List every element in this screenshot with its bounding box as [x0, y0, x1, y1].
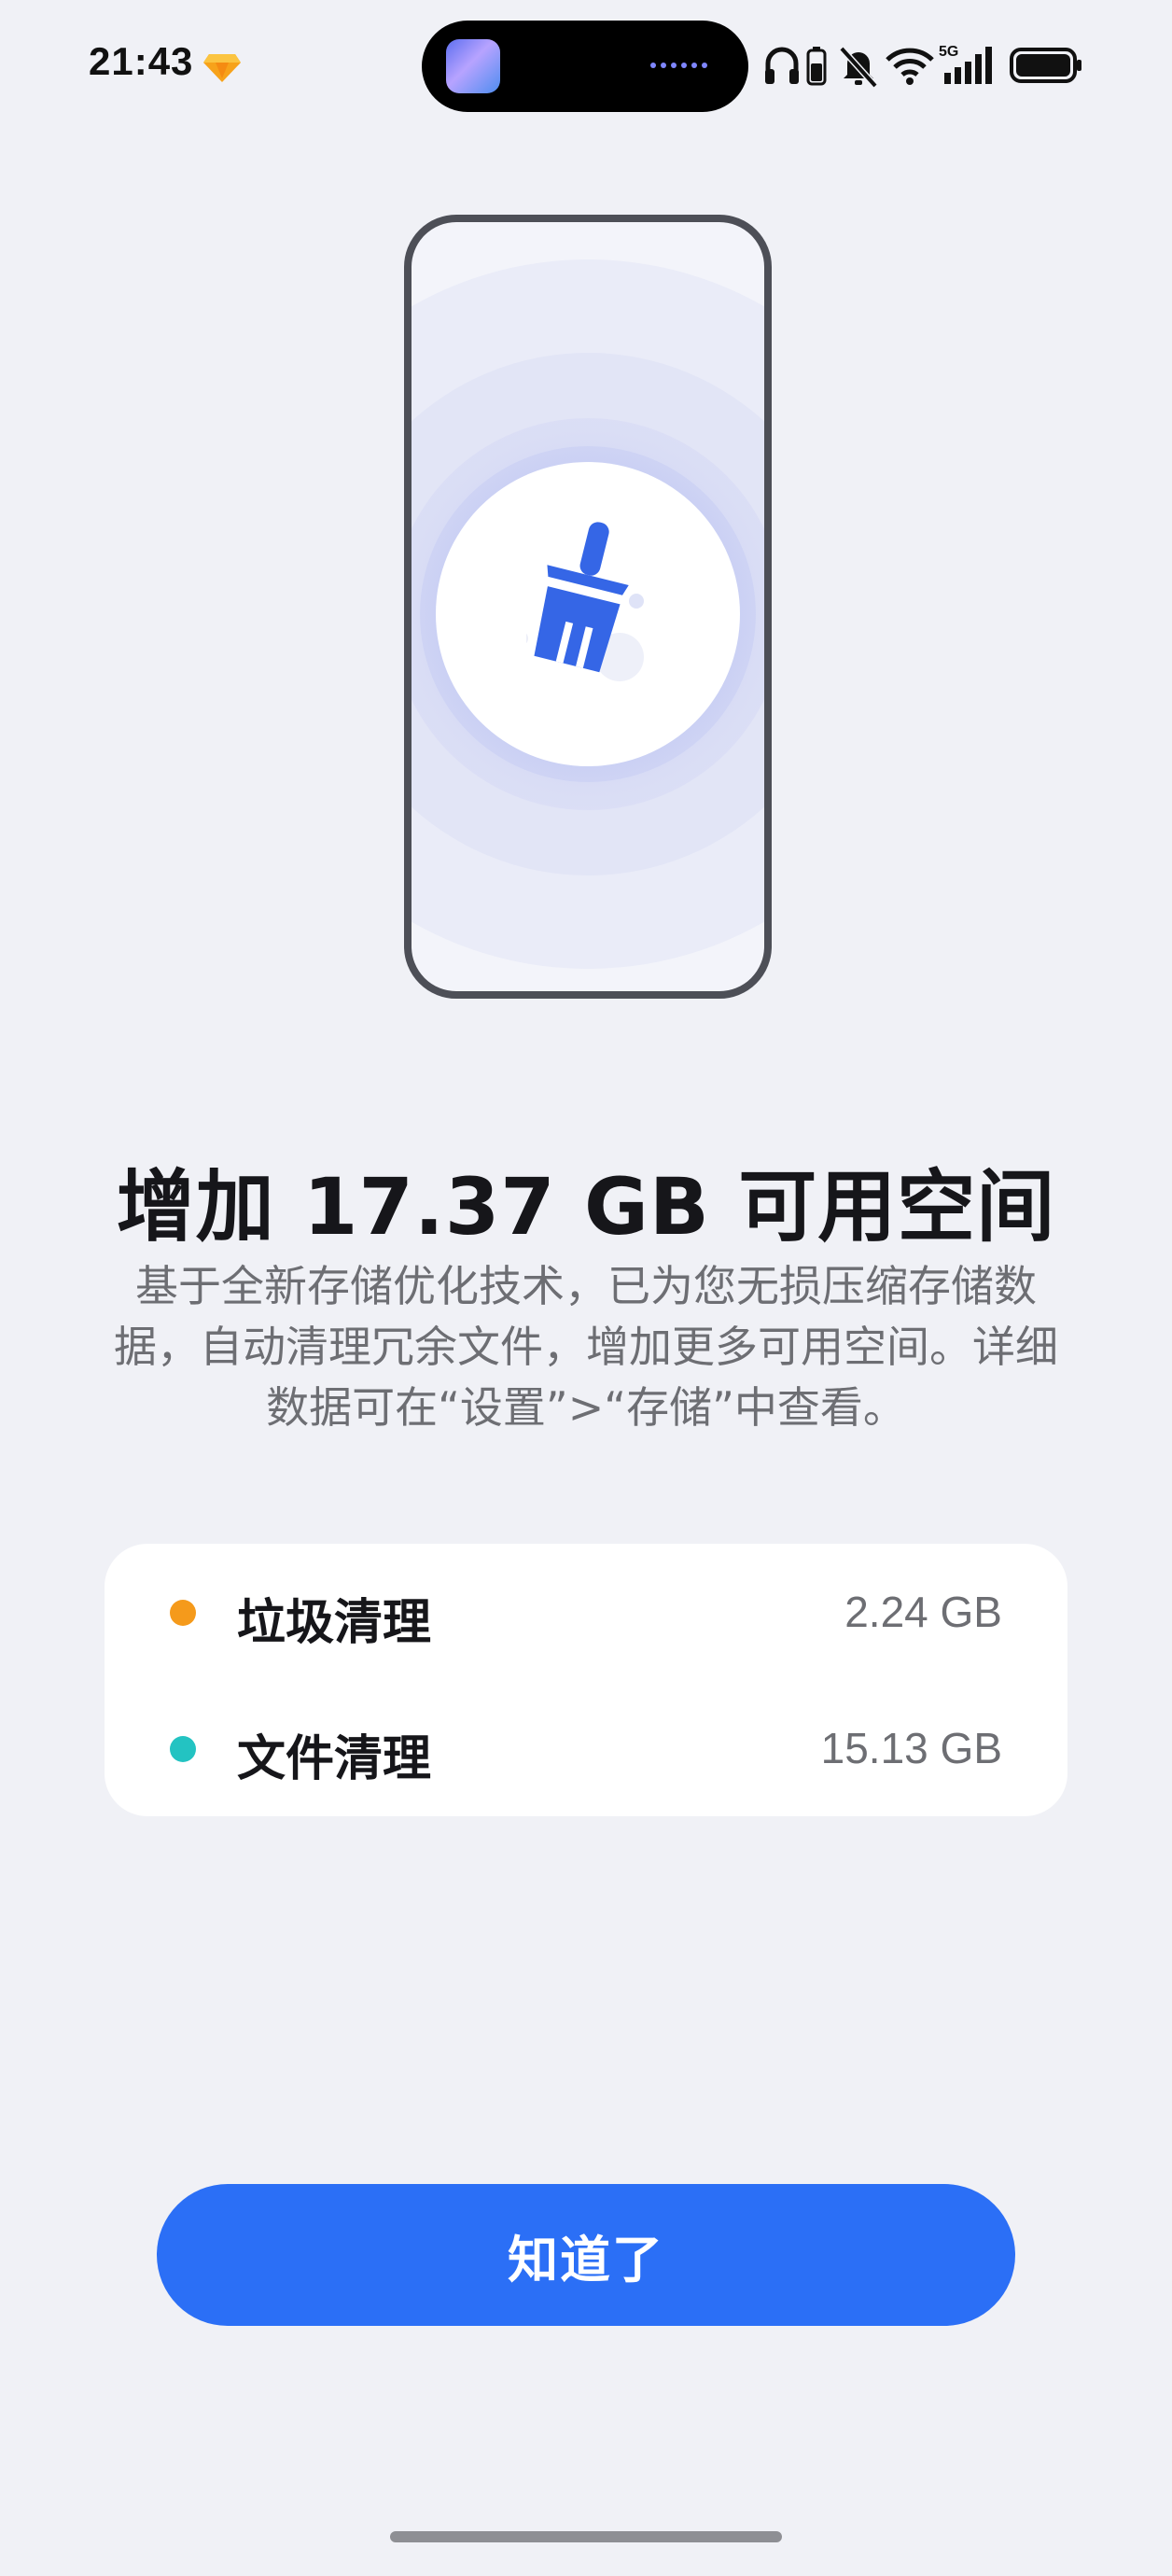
orange-dot-icon — [170, 1600, 196, 1626]
5g-signal-icon: 5G — [939, 44, 992, 84]
cleanup-summary-card: 垃圾清理 2.24 GB 文件清理 15.13 GB — [105, 1544, 1067, 1816]
teal-dot-icon — [170, 1736, 196, 1762]
headphones-icon — [765, 47, 799, 84]
gem-icon — [203, 54, 241, 82]
battery-small-icon — [806, 47, 827, 86]
dots-indicator — [650, 63, 707, 68]
phone-illustration — [404, 215, 772, 999]
bell-muted-icon — [839, 46, 878, 89]
dynamic-island[interactable] — [422, 21, 748, 112]
list-item-file-cleanup: 文件清理 15.13 GB — [105, 1680, 1067, 1816]
item-label: 垃圾清理 — [237, 1595, 432, 1651]
page-title: 增加 17.37 GB 可用空间 — [116, 1161, 1056, 1253]
gallery-app-icon[interactable] — [446, 39, 500, 93]
status-bar: 21:43 5G — [0, 0, 1172, 131]
home-indicator[interactable] — [390, 2531, 782, 2542]
battery-icon — [1010, 48, 1081, 83]
description-text: 基于全新存储优化技术，已为您无损压缩存储数据，自动清理冗余文件，增加更多可用空间… — [114, 1261, 1058, 1433]
item-value: 15.13 GB — [820, 1724, 1002, 1772]
svg-text:5G: 5G — [939, 44, 958, 60]
phone-frame — [404, 215, 772, 999]
wifi-icon — [886, 48, 934, 85]
list-item-junk-cleanup: 垃圾清理 2.24 GB — [105, 1544, 1067, 1680]
got-it-button[interactable]: 知道了 — [157, 2184, 1015, 2326]
broom-icon — [526, 522, 644, 681]
item-value: 2.24 GB — [844, 1588, 1002, 1636]
status-time: 21:43 — [89, 39, 194, 83]
item-label: 文件清理 — [237, 1731, 432, 1787]
